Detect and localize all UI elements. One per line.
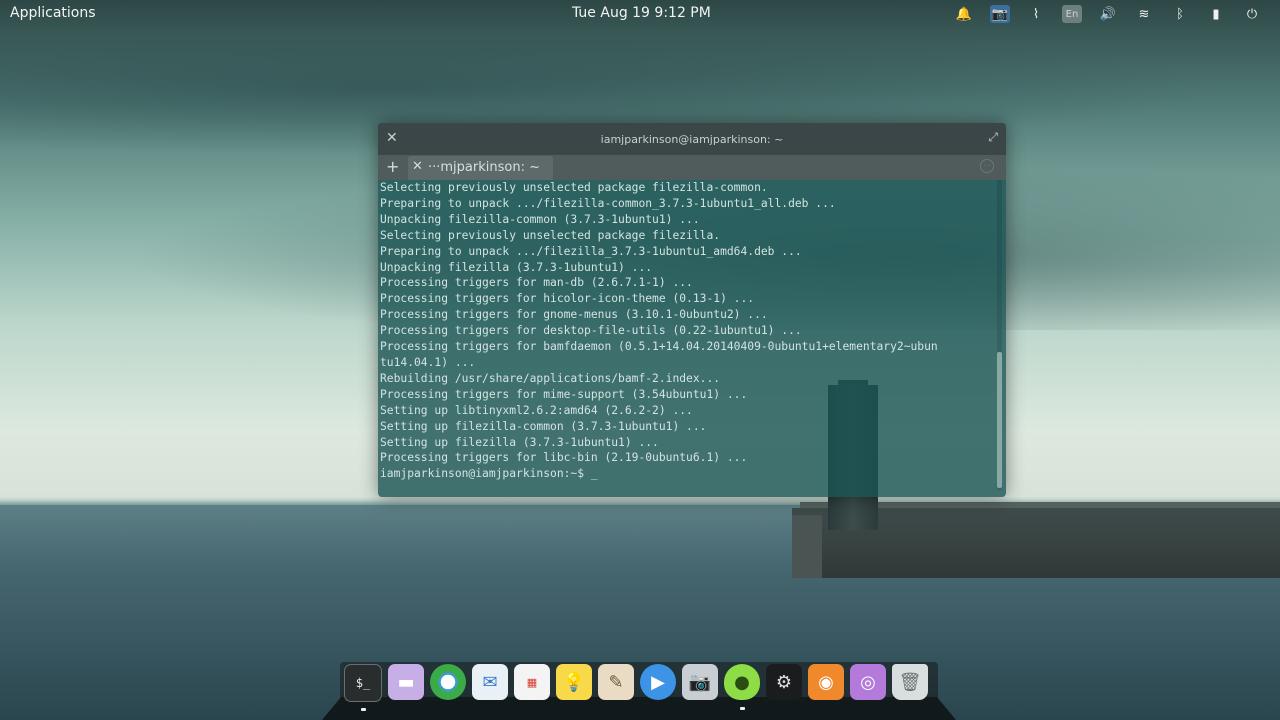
output-line: Processing triggers for mime-support (3.… xyxy=(380,387,748,401)
battery-icon-glyph: ▮ xyxy=(1212,6,1220,22)
wifi-icon[interactable]: ≋ xyxy=(1126,4,1162,24)
camera-icon[interactable]: 📷 xyxy=(982,4,1018,24)
terminal-window[interactable]: ✕ iamjparkinson@iamjparkinson: ~ ⤢ + ✕ ·… xyxy=(378,123,1006,497)
terminal-output[interactable]: Selecting previously unselected package … xyxy=(380,180,992,490)
output-line: Selecting previously unselected package … xyxy=(380,181,768,194)
steam-icon-glyph: ⌇ xyxy=(1032,6,1040,22)
top-panel: Applications Tue Aug 19 9:12 PM 🔔 📷 ⌇ En 🔊 ≋ ᛒ… xyxy=(0,0,1280,28)
terminal-tab-bar: + ✕ ···mjparkinson: ~ ⋯ xyxy=(378,155,1006,180)
shell-prompt: iamjparkinson@iamjparkinson:~$ _ xyxy=(380,467,598,481)
dock-writer-icon: ✎ xyxy=(608,671,624,693)
dock-calendar[interactable]: ▦ xyxy=(514,664,550,700)
dock-notes[interactable]: 💡 xyxy=(556,664,592,700)
wifi-icon-glyph: ≋ xyxy=(1138,6,1150,22)
dock-mail-icon: ✉ xyxy=(482,671,498,693)
output-line: Unpacking filezilla (3.7.3-1ubuntu1) ... xyxy=(380,260,653,274)
output-line: Selecting previously unselected package … xyxy=(380,228,721,242)
dock-mail[interactable]: ✉ xyxy=(472,664,508,700)
volume-icon[interactable]: 🔊 xyxy=(1090,4,1126,24)
running-indicator xyxy=(740,707,745,710)
bell-icon-glyph: 🔔 xyxy=(955,6,973,22)
output-line: Preparing to unpack .../filezilla_3.7.3-… xyxy=(380,244,802,258)
power-icon-glyph: ⏻ xyxy=(1246,6,1258,22)
clock[interactable]: Tue Aug 19 9:12 PM xyxy=(572,5,711,21)
output-line: Processing triggers for hicolor-icon-the… xyxy=(380,292,755,306)
dock: $_ ▬ ✉ ▦ 💡 ✎ ▶ 📷 ● ⚙ ◉ ◎ 🗑 xyxy=(344,664,928,711)
terminal-tab[interactable]: ✕ ···mjparkinson: ~ xyxy=(408,156,553,180)
new-tab-button[interactable]: + xyxy=(386,157,399,176)
window-title: iamjparkinson@iamjparkinson: ~ xyxy=(600,133,784,146)
wallpaper-pier-step xyxy=(792,515,822,578)
dock-chrome[interactable] xyxy=(430,664,466,700)
bluetooth-icon[interactable]: ᛒ xyxy=(1162,4,1198,24)
running-indicator xyxy=(361,708,366,711)
indicator-area: 🔔 📷 ⌇ En 🔊 ≋ ᛒ ▮ ⏻ xyxy=(946,4,1270,24)
dock-video[interactable]: ▶ xyxy=(640,664,676,700)
tab-label[interactable]: ···mjparkinson: ~ xyxy=(428,160,540,175)
tab-menu-icon[interactable]: ⋯ xyxy=(980,159,994,173)
dock-terminal[interactable]: $_ xyxy=(344,664,382,711)
output-line: tu14.04.1) ... xyxy=(380,355,476,369)
dock-calendar-icon: ▦ xyxy=(526,675,538,689)
tab-close-icon[interactable]: ✕ xyxy=(412,159,423,174)
dock-screenshot-icon: 📷 xyxy=(688,671,712,693)
volume-icon-glyph: 🔊 xyxy=(1099,6,1117,22)
terminal-titlebar[interactable]: ✕ iamjparkinson@iamjparkinson: ~ ⤢ xyxy=(378,123,1006,155)
output-line: Processing triggers for bamfdaemon (0.5.… xyxy=(380,340,938,354)
bluetooth-icon-glyph: ᛒ xyxy=(1176,6,1184,22)
keyboard-layout-indicator[interactable]: En xyxy=(1054,4,1090,24)
dock-feedreader[interactable]: ● xyxy=(724,664,760,710)
dock-trash-icon: 🗑 xyxy=(898,671,922,693)
scrollbar-thumb[interactable] xyxy=(997,352,1002,488)
dock-video-icon: ▶ xyxy=(651,671,665,693)
dock-notes-icon: 💡 xyxy=(562,671,586,693)
output-line: Rebuilding /usr/share/applications/bamf-… xyxy=(380,371,721,385)
steam-icon[interactable]: ⌇ xyxy=(1018,4,1054,24)
dock-rss-icon: ◉ xyxy=(818,671,834,693)
output-line: Setting up libtinyxml2.6.2:amd64 (2.6.2-… xyxy=(380,403,693,417)
output-line: Processing triggers for libc-bin (2.19-0… xyxy=(380,451,748,465)
dock-steam-icon: ⚙ xyxy=(775,671,793,693)
dock-files-icon: ▬ xyxy=(397,671,415,693)
output-line: Preparing to unpack .../filezilla-common… xyxy=(380,196,836,210)
maximize-icon[interactable]: ⤢ xyxy=(988,130,998,145)
dock-trash[interactable]: 🗑 xyxy=(892,664,928,700)
dock-steam[interactable]: ⚙ xyxy=(766,664,802,700)
dock-podcast[interactable]: ◎ xyxy=(850,664,886,700)
camera-icon-glyph: 📷 xyxy=(990,5,1010,23)
output-line: Setting up filezilla-common (3.7.3-1ubun… xyxy=(380,419,707,433)
dock-feedreader-icon: ● xyxy=(734,671,750,693)
applications-menu[interactable]: Applications xyxy=(10,5,96,21)
dock-rss[interactable]: ◉ xyxy=(808,664,844,700)
output-line: Setting up filezilla (3.7.3-1ubuntu1) ..… xyxy=(380,435,659,449)
output-line: Processing triggers for desktop-file-uti… xyxy=(380,324,802,338)
dock-writer[interactable]: ✎ xyxy=(598,664,634,700)
output-line: Unpacking filezilla-common (3.7.3-1ubunt… xyxy=(380,212,700,226)
terminal-scrollbar[interactable] xyxy=(997,180,1002,490)
dock-terminal-icon: $_ xyxy=(355,676,371,690)
power-icon[interactable]: ⏻ xyxy=(1234,4,1270,24)
bell-icon[interactable]: 🔔 xyxy=(946,4,982,24)
dock-files[interactable]: ▬ xyxy=(388,664,424,700)
battery-icon[interactable]: ▮ xyxy=(1198,4,1234,24)
output-line: Processing triggers for man-db (2.6.7.1-… xyxy=(380,276,693,290)
output-line: Processing triggers for gnome-menus (3.1… xyxy=(380,308,768,322)
dock-screenshot[interactable]: 📷 xyxy=(682,664,718,700)
keyboard-layout-indicator-glyph: En xyxy=(1062,5,1082,23)
dock-podcast-icon: ◎ xyxy=(860,671,876,693)
